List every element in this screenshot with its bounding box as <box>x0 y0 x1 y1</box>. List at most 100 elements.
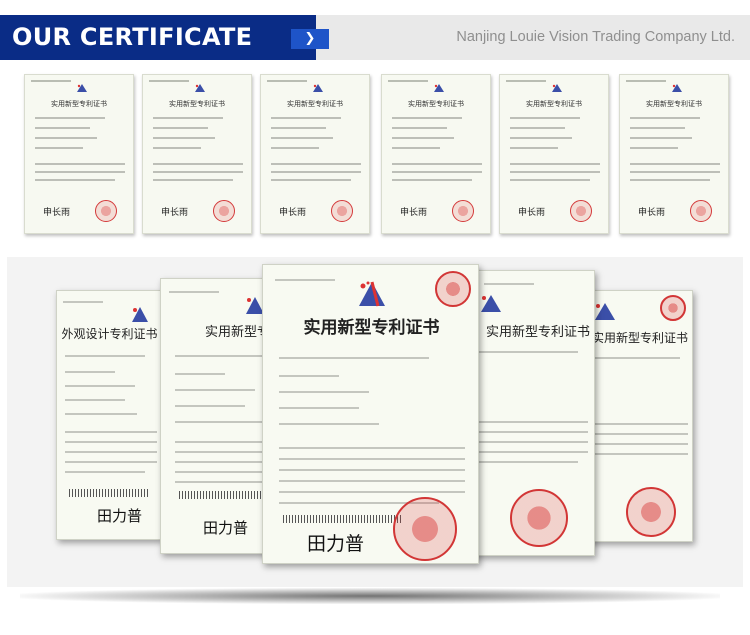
text-line <box>35 179 115 181</box>
text-line <box>65 385 135 387</box>
certificate-number <box>506 80 546 82</box>
certificate-title: 实用新型专利证书 <box>287 100 343 108</box>
certificate-large[interactable]: 实用新型专利证书 田力普 <box>160 278 278 554</box>
text-line <box>65 399 125 401</box>
certificate-title: 实用新型专利证书 <box>526 100 582 108</box>
text-line <box>63 301 103 303</box>
text-line <box>271 179 351 181</box>
text-line <box>175 421 271 423</box>
patent-office-logo-icon <box>434 84 444 92</box>
text-line <box>279 407 359 409</box>
barcode <box>69 489 149 497</box>
official-seal-icon <box>626 487 676 537</box>
certificate-large[interactable]: 实用新型专利证书 <box>471 270 595 556</box>
barcode <box>179 491 269 499</box>
text-line <box>153 137 215 139</box>
text-line <box>35 163 125 165</box>
text-line <box>510 179 590 181</box>
text-line <box>484 283 534 285</box>
signature: 田力普 <box>97 507 143 525</box>
section-title: OUR CERTIFICATE <box>12 23 253 51</box>
signature: 申长雨 <box>400 208 428 218</box>
text-line <box>35 137 97 139</box>
text-line <box>630 179 710 181</box>
text-line <box>392 127 447 129</box>
text-line <box>65 461 157 463</box>
floor-shadow <box>20 588 720 604</box>
section-header: OUR CERTIFICATE ❯ Nanjing Louie Vision T… <box>0 15 750 60</box>
text-line <box>175 461 275 463</box>
text-line <box>279 469 465 471</box>
text-line <box>478 421 588 423</box>
text-line <box>175 405 245 407</box>
text-line <box>271 147 319 149</box>
certificate-thumbnail[interactable]: 实用新型专利证书 申长雨 <box>24 74 134 234</box>
header-title-box: OUR CERTIFICATE <box>0 15 316 60</box>
certificate-number <box>626 80 666 82</box>
text-line <box>478 431 588 433</box>
text-line <box>65 441 157 443</box>
text-line <box>279 480 465 482</box>
signature: 申长雨 <box>638 208 666 218</box>
certificate-thumbnail[interactable]: 实用新型专利证书 申长雨 <box>142 74 252 234</box>
certificate-number <box>149 80 189 82</box>
text-line <box>630 163 720 165</box>
certificate-thumbnail[interactable]: 实用新型专利证书 申长雨 <box>499 74 609 234</box>
text-line <box>153 127 208 129</box>
certificate-thumbnail[interactable]: 实用新型专利证书 申长雨 <box>260 74 370 234</box>
text-line <box>35 147 83 149</box>
text-line <box>271 171 361 173</box>
text-line <box>279 357 429 359</box>
text-line <box>175 451 275 453</box>
text-line <box>65 355 145 357</box>
certificate-large-featured[interactable]: 实用新型专利证书 田力普 <box>262 264 479 564</box>
chevron-right-icon[interactable]: ❯ <box>291 29 329 49</box>
text-line <box>478 441 588 443</box>
text-line <box>35 127 90 129</box>
text-line <box>65 371 115 373</box>
official-seal-icon <box>510 489 568 547</box>
official-seal-icon <box>660 295 686 321</box>
official-seal-icon <box>393 497 457 561</box>
text-line <box>153 163 243 165</box>
signature: 申长雨 <box>43 208 71 218</box>
text-line <box>271 163 361 165</box>
text-line <box>590 453 688 455</box>
certificate-thumbnail[interactable]: 实用新型专利证书 申长雨 <box>619 74 729 234</box>
text-line <box>392 117 462 119</box>
signature: 申长雨 <box>161 208 189 218</box>
certificate-number <box>267 80 307 82</box>
text-line <box>153 171 243 173</box>
patent-office-logo-icon <box>132 307 148 322</box>
text-line <box>478 451 588 453</box>
text-line <box>478 351 578 353</box>
patent-office-logo-icon <box>195 84 205 92</box>
barcode <box>283 515 403 523</box>
text-line <box>65 431 157 433</box>
patent-office-logo-icon <box>552 84 562 92</box>
text-line <box>630 127 685 129</box>
text-line <box>510 163 600 165</box>
text-line <box>510 117 580 119</box>
text-line <box>175 471 275 473</box>
certificate-large[interactable]: 实用新型专利证书 <box>585 290 693 542</box>
text-line <box>392 171 482 173</box>
text-line <box>510 147 558 149</box>
text-line <box>510 137 572 139</box>
text-line <box>590 443 688 445</box>
text-line <box>271 127 326 129</box>
text-line <box>153 179 233 181</box>
signature: 田力普 <box>307 533 365 555</box>
certificate-large[interactable]: 外观设计专利证书 田力普 <box>56 290 161 540</box>
text-line <box>279 491 465 493</box>
text-line <box>65 471 145 473</box>
text-line <box>392 147 440 149</box>
text-line <box>279 375 339 377</box>
certificate-thumbnail-row: 实用新型专利证书 申长雨 实用新型专利证书 申长雨 实用新型专利证书 申长雨 实… <box>0 74 750 239</box>
text-line <box>65 413 137 415</box>
text-line <box>279 458 465 460</box>
text-line <box>175 481 265 483</box>
patent-office-logo-icon <box>672 84 682 92</box>
certificate-title: 实用新型专利证书 <box>51 100 107 108</box>
certificate-thumbnail[interactable]: 实用新型专利证书 申长雨 <box>381 74 491 234</box>
